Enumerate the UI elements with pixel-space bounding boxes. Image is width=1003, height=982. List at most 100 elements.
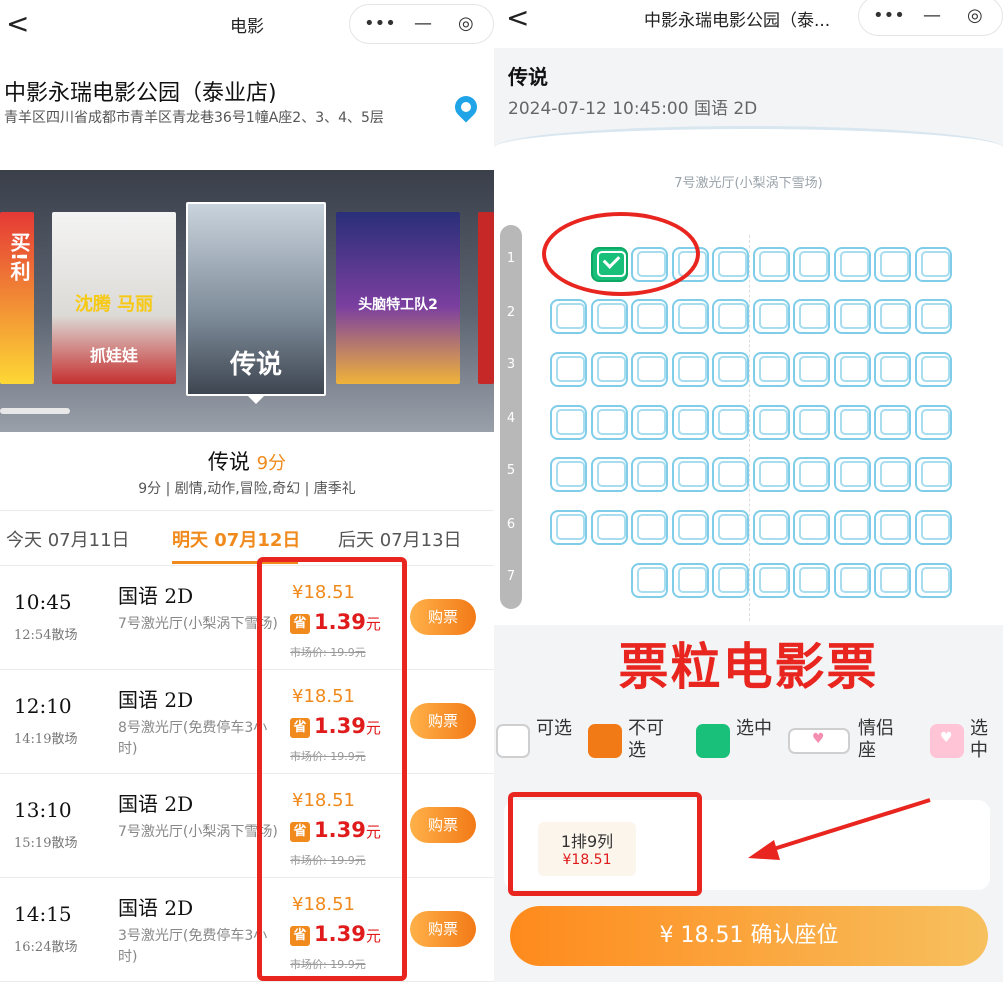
seat[interactable] xyxy=(833,405,871,440)
seat[interactable] xyxy=(752,299,790,334)
buy-ticket-button[interactable]: 购票 xyxy=(410,703,476,739)
seat[interactable] xyxy=(914,352,952,387)
buy-ticket-button[interactable]: 购票 xyxy=(410,599,476,635)
seat[interactable] xyxy=(793,405,830,440)
seat[interactable] xyxy=(874,457,911,492)
seat[interactable] xyxy=(712,352,749,387)
seat[interactable] xyxy=(631,510,668,545)
language-format: 国语 2D xyxy=(118,584,194,608)
seat[interactable] xyxy=(590,457,628,492)
buy-ticket-button[interactable]: 购票 xyxy=(410,807,476,843)
seat[interactable] xyxy=(671,405,709,440)
more-icon[interactable]: ••• xyxy=(873,5,905,26)
seat[interactable] xyxy=(712,563,749,598)
seat[interactable] xyxy=(752,457,790,492)
seat[interactable] xyxy=(671,352,709,387)
seat[interactable] xyxy=(833,352,871,387)
seat[interactable] xyxy=(874,510,911,545)
seat[interactable] xyxy=(752,352,790,387)
buy-ticket-button[interactable]: 购票 xyxy=(410,911,476,947)
seat[interactable] xyxy=(631,352,668,387)
more-icon[interactable]: ••• xyxy=(364,13,396,34)
close-capsule-icon[interactable]: ◎ xyxy=(458,13,474,34)
seat[interactable] xyxy=(752,247,790,282)
confirm-seat-button[interactable]: ¥ 18.51 确认座位 xyxy=(510,906,988,966)
poster-1[interactable]: 买!利 xyxy=(0,212,34,384)
seat[interactable] xyxy=(752,405,790,440)
seat[interactable] xyxy=(590,299,628,334)
poster-carousel[interactable]: 买!利 沈腾 马丽 抓娃娃 传说 头脑特工队2 xyxy=(0,170,494,432)
showtime-row[interactable]: 14:15 16:24散场 国语 2D 3号激光厅(免费停车3小时) ¥18.5… xyxy=(0,878,494,982)
seat[interactable] xyxy=(590,510,628,545)
start-time: 10:45 xyxy=(14,590,72,614)
seat[interactable] xyxy=(671,457,709,492)
seat[interactable] xyxy=(874,405,911,440)
seat[interactable] xyxy=(712,510,749,545)
seat[interactable] xyxy=(914,247,952,282)
seat[interactable] xyxy=(833,299,871,334)
seat[interactable] xyxy=(712,247,749,282)
seat[interactable] xyxy=(550,352,587,387)
back-icon[interactable]: < xyxy=(506,4,529,32)
seat[interactable] xyxy=(712,457,749,492)
showtime-row[interactable]: 12:10 14:19散场 国语 2D 8号激光厅(免费停车3小时) ¥18.5… xyxy=(0,670,494,774)
seat[interactable] xyxy=(550,299,587,334)
seat[interactable] xyxy=(914,563,952,598)
seat[interactable] xyxy=(712,299,749,334)
seat[interactable] xyxy=(793,247,830,282)
seat[interactable] xyxy=(550,510,587,545)
seat[interactable] xyxy=(833,457,871,492)
seat[interactable] xyxy=(752,563,790,598)
seat[interactable] xyxy=(833,510,871,545)
annotation-arrow-icon xyxy=(748,798,931,860)
location-pin-icon[interactable] xyxy=(450,91,482,123)
cinema-address: 青羊区四川省成都市青羊区青龙巷36号1幢A座2、3、4、5层 xyxy=(4,110,384,126)
tab-day-after[interactable]: 后天 07月13日 xyxy=(338,526,462,552)
seat[interactable] xyxy=(590,352,628,387)
seat[interactable] xyxy=(631,457,668,492)
close-capsule-icon[interactable]: ◎ xyxy=(967,5,983,26)
seat[interactable] xyxy=(833,563,871,598)
showtime-row[interactable]: 13:10 15:19散场 国语 2D 7号激光厅(小梨涡下雪场) ¥18.51… xyxy=(0,774,494,878)
seat[interactable] xyxy=(550,457,587,492)
seat[interactable] xyxy=(671,299,709,334)
seat[interactable] xyxy=(874,299,911,334)
cinema-name: 中影永瑞电影公园（泰业店) xyxy=(4,81,277,106)
seat[interactable] xyxy=(793,352,830,387)
movie-title: 传说 xyxy=(508,65,548,89)
poster-3-selected[interactable]: 传说 xyxy=(186,202,326,396)
seat[interactable] xyxy=(914,510,952,545)
seat[interactable] xyxy=(874,247,911,282)
seat[interactable] xyxy=(793,457,830,492)
start-time: 12:10 xyxy=(14,694,72,718)
seat[interactable] xyxy=(550,405,587,440)
seat[interactable] xyxy=(793,563,830,598)
poster-2[interactable]: 沈腾 马丽 抓娃娃 xyxy=(52,212,176,384)
tab-tomorrow[interactable]: 明天 07月12日 xyxy=(172,526,300,552)
seat[interactable] xyxy=(671,510,709,545)
seat[interactable] xyxy=(914,405,952,440)
seat[interactable] xyxy=(631,299,668,334)
seat[interactable] xyxy=(833,247,871,282)
minimize-icon[interactable]: — xyxy=(923,5,941,26)
poster-4[interactable]: 头脑特工队2 xyxy=(336,212,460,384)
tab-today[interactable]: 今天 07月11日 xyxy=(6,526,130,552)
seat[interactable] xyxy=(671,563,709,598)
poster-5[interactable] xyxy=(478,212,494,384)
showtime-row[interactable]: 10:45 12:54散场 国语 2D 7号激光厅(小梨涡下雪场) ¥18.51… xyxy=(0,566,494,670)
seat[interactable] xyxy=(914,299,952,334)
legend-label: 可选 xyxy=(536,718,572,739)
seat[interactable] xyxy=(793,299,830,334)
seat[interactable] xyxy=(793,510,830,545)
seat[interactable] xyxy=(631,405,668,440)
seat[interactable] xyxy=(631,563,668,598)
seat[interactable] xyxy=(874,563,911,598)
seat[interactable] xyxy=(712,405,749,440)
seat[interactable] xyxy=(914,457,952,492)
legend-label: 不可选 xyxy=(628,718,664,761)
seat[interactable] xyxy=(590,405,628,440)
seat[interactable] xyxy=(874,352,911,387)
minimize-icon[interactable]: — xyxy=(414,13,432,34)
seat[interactable] xyxy=(752,510,790,545)
couple-seat-icon: ♥ xyxy=(788,728,850,754)
